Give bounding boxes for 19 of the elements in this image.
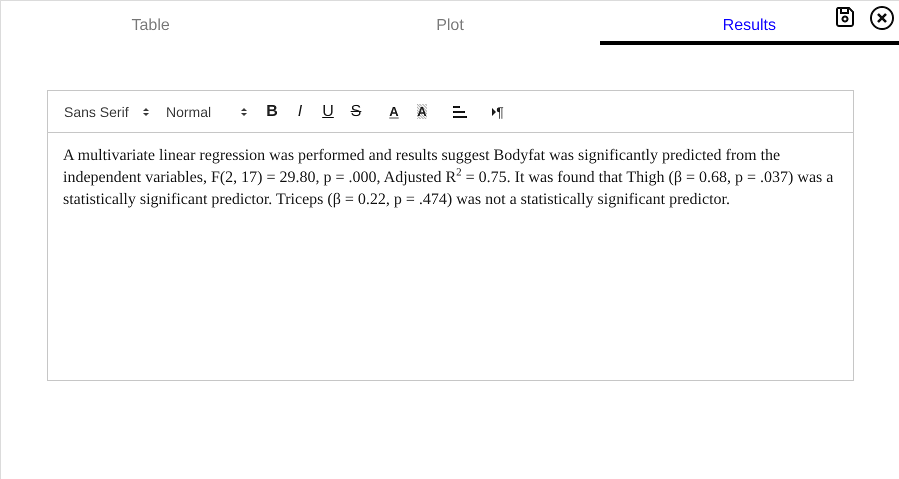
editor-text: A multivariate linear regression was performed and results suggest Bodyfat was significantly predicted from the independent variables, F(2, 17) = 29.80, p = .000, Adjusted R$^{2}$ = 0.75. It was found that Thigh (β = 0.68, p = .037) was a statistically significant predictor. Triceps (β = 0.22, p = .474) was not a statistically significant predictor. xyxy=(63,146,834,210)
save-icon[interactable] xyxy=(833,5,857,29)
align-left-icon xyxy=(452,104,468,118)
underline-button[interactable]: U xyxy=(314,100,342,124)
italic-button[interactable]: I xyxy=(286,100,314,124)
dropdown[interactable]: Sans Serif xyxy=(58,102,156,122)
sort-arrows-icon xyxy=(240,106,248,118)
text-color-button[interactable]: A xyxy=(380,100,408,124)
tab[interactable]: Results xyxy=(600,1,899,45)
tab[interactable]: Table xyxy=(1,1,300,45)
strikethrough-button[interactable]: S xyxy=(342,100,370,124)
background-color-button[interactable]: A xyxy=(408,100,436,124)
dropdown[interactable]: Normal xyxy=(160,102,254,122)
bold-button[interactable]: B xyxy=(258,100,286,124)
triangle-icon xyxy=(492,108,496,116)
sort-arrows-icon xyxy=(142,106,150,118)
close-icon[interactable] xyxy=(869,5,895,31)
text-direction-button[interactable]: ¶ xyxy=(484,100,512,124)
tab[interactable]: Plot xyxy=(300,1,600,45)
